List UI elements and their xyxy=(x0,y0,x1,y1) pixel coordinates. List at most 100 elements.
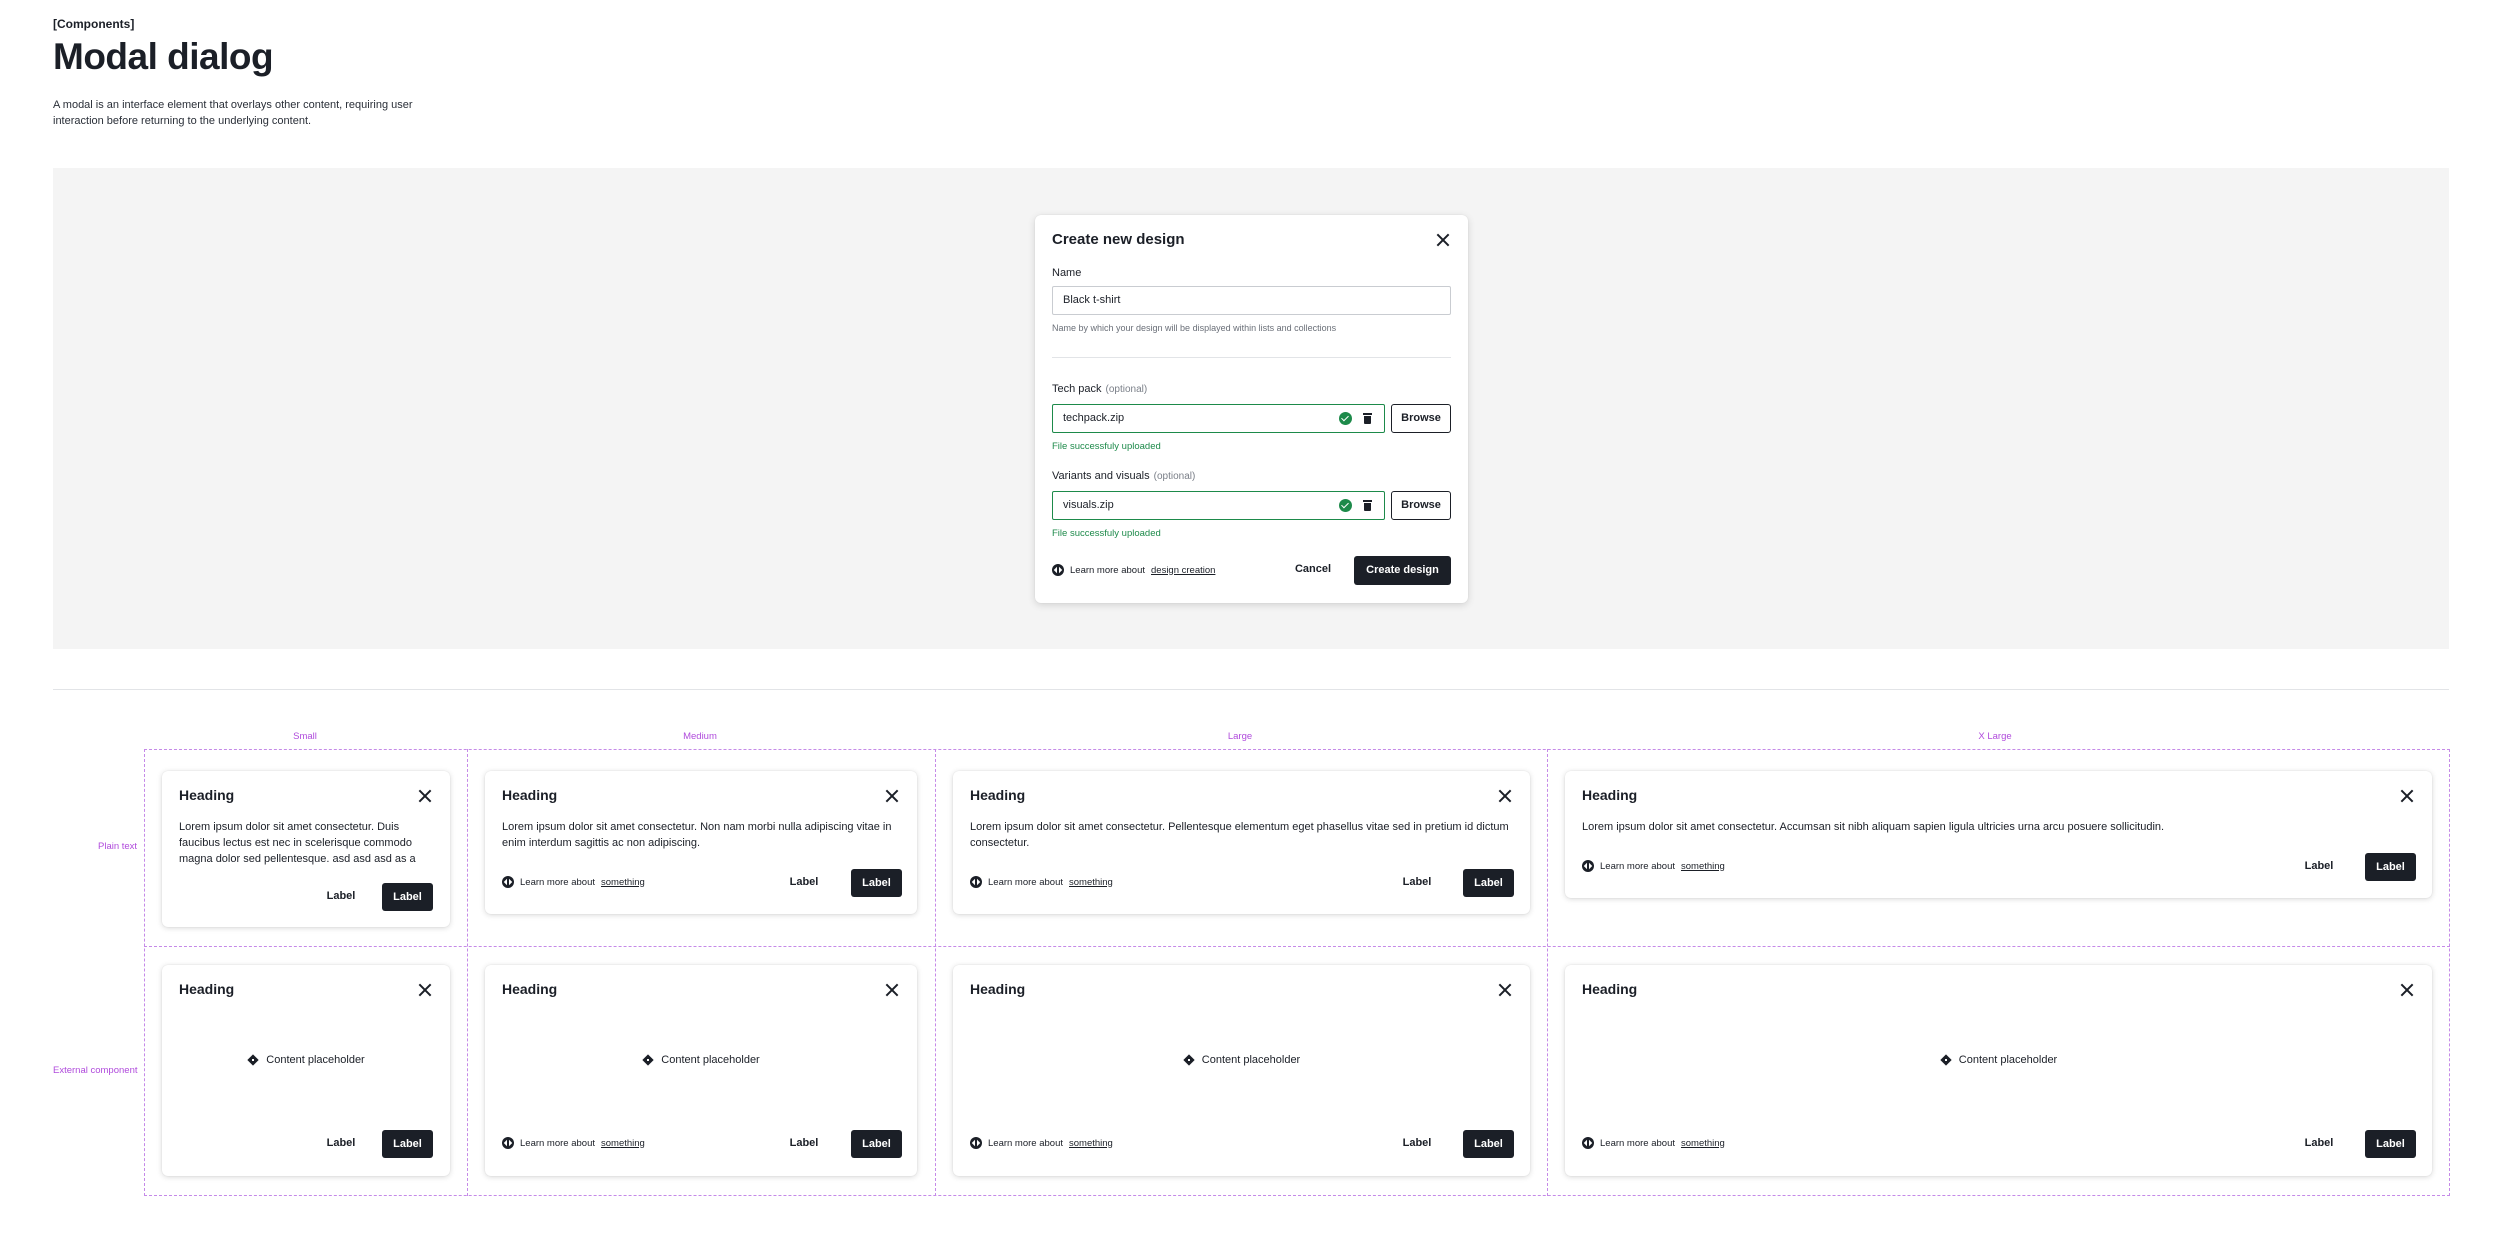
close-icon[interactable] xyxy=(416,787,434,805)
primary-button[interactable]: Label xyxy=(851,869,902,897)
row-label-plain-text: Plain text xyxy=(98,841,138,852)
content-placeholder-text: Content placeholder xyxy=(1958,1054,2058,1066)
techpack-field[interactable]: techpack.zip xyxy=(1052,404,1385,433)
modal-heading: Heading xyxy=(179,981,235,997)
primary-button[interactable]: Label xyxy=(1463,869,1514,897)
secondary-button[interactable]: Label xyxy=(1399,876,1435,888)
learn-more: Learn more about something xyxy=(1582,1137,1725,1149)
learn-more-text: Learn more about xyxy=(520,1137,595,1149)
close-icon[interactable] xyxy=(2398,981,2416,999)
column-label-small: Small xyxy=(293,731,317,742)
content-placeholder: Content placeholder xyxy=(1565,1054,2432,1066)
placeholder-icon xyxy=(1582,860,1594,872)
modal-heading: Heading xyxy=(970,981,1026,997)
grid-divider xyxy=(935,749,936,1196)
modal-large-external: Heading Content placeholder Learn more a… xyxy=(953,965,1530,1176)
column-label-xlarge: X Large xyxy=(1978,731,2012,742)
close-icon[interactable] xyxy=(416,981,434,999)
name-help-text: Name by which your design will be displa… xyxy=(1052,323,1337,333)
modal-heading: Heading xyxy=(1582,981,1638,997)
modal-xlarge-external: Heading Content placeholder Learn more a… xyxy=(1565,965,2432,1176)
learn-more-text: Learn more about xyxy=(988,876,1063,888)
primary-button[interactable]: Label xyxy=(2365,1130,2416,1158)
modal-heading: Heading xyxy=(502,981,558,997)
grid-divider xyxy=(467,749,468,1196)
learn-more: Learn more about something xyxy=(502,876,645,888)
primary-button[interactable]: Label xyxy=(2365,853,2416,881)
learn-more-text: Learn more about xyxy=(1070,564,1145,576)
modal-heading: Heading xyxy=(502,787,558,803)
success-check-icon xyxy=(1339,499,1352,512)
placeholder-icon xyxy=(1582,1137,1594,1149)
optional-hint: (optional) xyxy=(1105,384,1148,395)
divider xyxy=(1052,357,1451,358)
secondary-button[interactable]: Label xyxy=(786,1137,822,1149)
browse-button[interactable]: Browse xyxy=(1391,491,1451,520)
learn-more-text: Learn more about xyxy=(988,1137,1063,1149)
visuals-filename: visuals.zip xyxy=(1063,499,1114,511)
modal-medium-plain: Heading Lorem ipsum dolor sit amet conse… xyxy=(485,771,917,914)
component-icon xyxy=(1940,1054,1952,1066)
modal-medium-external: Heading Content placeholder Learn more a… xyxy=(485,965,917,1176)
name-field[interactable]: Black t-shirt xyxy=(1052,286,1451,315)
learn-more-link[interactable]: something xyxy=(1681,1138,1725,1149)
content-placeholder-text: Content placeholder xyxy=(661,1054,760,1066)
techpack-label: Tech pack (optional) xyxy=(1052,383,1147,395)
primary-button[interactable]: Label xyxy=(382,883,433,911)
learn-more-link[interactable]: something xyxy=(601,877,645,888)
close-icon[interactable] xyxy=(883,981,901,999)
row-label-external-component: External component xyxy=(53,1065,138,1076)
secondary-button[interactable]: Label xyxy=(786,876,822,888)
grid-divider xyxy=(144,946,2450,947)
modal-xlarge-plain: Heading Lorem ipsum dolor sit amet conse… xyxy=(1565,771,2432,898)
techpack-label-text: Tech pack xyxy=(1052,383,1102,395)
primary-button[interactable]: Label xyxy=(1463,1130,1514,1158)
secondary-button[interactable]: Label xyxy=(323,890,359,902)
close-icon[interactable] xyxy=(1496,981,1514,999)
visuals-success-text: File successfuly uploaded xyxy=(1052,528,1161,539)
techpack-filename: techpack.zip xyxy=(1063,412,1125,424)
trash-icon[interactable] xyxy=(1363,500,1372,511)
secondary-button[interactable]: Label xyxy=(1399,1137,1435,1149)
optional-hint: (optional) xyxy=(1153,471,1196,482)
learn-more: Learn more about something xyxy=(502,1137,645,1149)
close-icon[interactable] xyxy=(1496,787,1514,805)
component-icon xyxy=(247,1054,259,1066)
component-icon xyxy=(642,1054,654,1066)
visuals-field[interactable]: visuals.zip xyxy=(1052,491,1385,520)
close-icon[interactable] xyxy=(1434,231,1452,249)
modal-heading: Heading xyxy=(970,787,1026,803)
learn-more-link[interactable]: something xyxy=(1681,861,1725,872)
browse-button[interactable]: Browse xyxy=(1391,404,1451,433)
page-description: A modal is an interface element that ove… xyxy=(53,99,413,127)
trash-icon[interactable] xyxy=(1363,413,1372,424)
learn-more-link[interactable]: something xyxy=(1069,1138,1113,1149)
create-design-button[interactable]: Create design xyxy=(1354,556,1451,585)
learn-more-link[interactable]: something xyxy=(1069,877,1113,888)
learn-more-text: Learn more about xyxy=(1600,1137,1675,1149)
page-title: Modal dialog xyxy=(53,36,274,77)
section-divider xyxy=(53,689,2449,690)
modal-small-external: Heading Content placeholder Label Label xyxy=(162,965,450,1176)
close-icon[interactable] xyxy=(883,787,901,805)
learn-more-text: Learn more about xyxy=(520,876,595,888)
create-design-dialog: Create new design Name Black t-shirt Nam… xyxy=(1035,215,1468,603)
learn-more-link[interactable]: design creation xyxy=(1151,565,1215,576)
placeholder-icon xyxy=(502,1137,514,1149)
content-placeholder: Content placeholder xyxy=(485,1054,917,1066)
close-icon[interactable] xyxy=(2398,787,2416,805)
primary-button[interactable]: Label xyxy=(851,1130,902,1158)
placeholder-icon xyxy=(970,876,982,888)
column-label-large: Large xyxy=(1227,731,1253,742)
learn-more-link[interactable]: something xyxy=(601,1138,645,1149)
secondary-button[interactable]: Label xyxy=(2301,860,2337,872)
success-check-icon xyxy=(1339,412,1352,425)
secondary-button[interactable]: Label xyxy=(2301,1137,2337,1149)
primary-button[interactable]: Label xyxy=(382,1130,433,1158)
visuals-label-text: Variants and visuals xyxy=(1052,470,1150,482)
secondary-button[interactable]: Label xyxy=(323,1137,359,1149)
placeholder-icon xyxy=(970,1137,982,1149)
modal-body-text: Lorem ipsum dolor sit amet consectetur. … xyxy=(179,821,416,865)
cancel-button[interactable]: Cancel xyxy=(1293,563,1333,575)
eyebrow: [Components] xyxy=(53,17,135,31)
